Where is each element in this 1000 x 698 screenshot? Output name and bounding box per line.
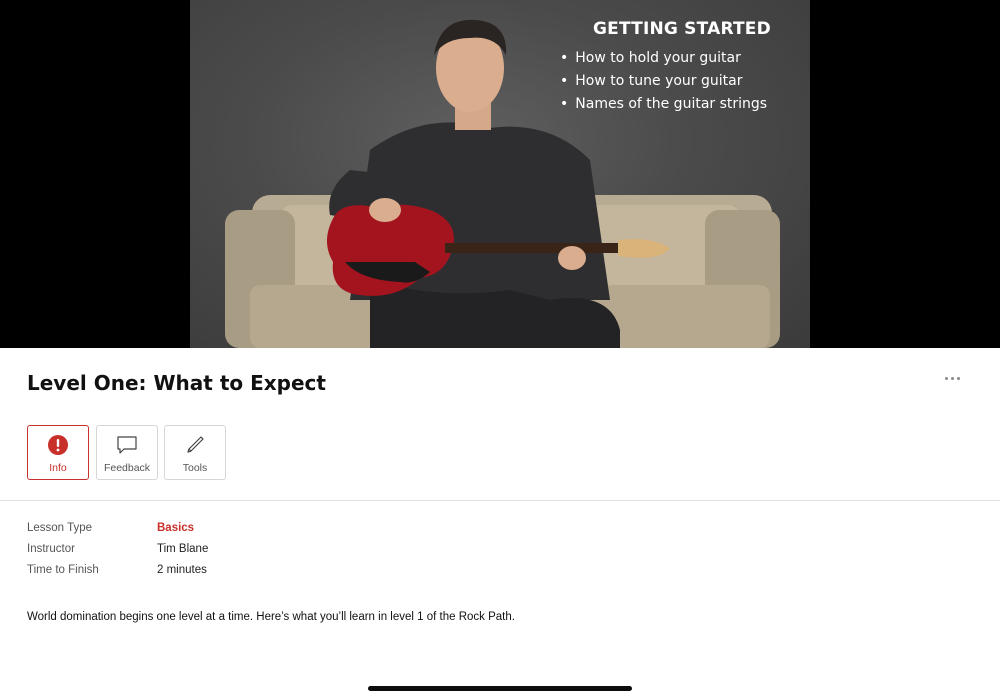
tab-label: Feedback (103, 462, 151, 474)
detail-label: Lesson Type (27, 522, 93, 534)
tab-label: Info (49, 462, 67, 474)
speech-bubble-icon (116, 434, 138, 456)
video-overlay-item: How to hold your guitar (560, 47, 767, 70)
detail-label: Instructor (27, 543, 75, 555)
home-indicator[interactable] (368, 686, 632, 691)
lesson-title: Level One: What to Expect (27, 371, 326, 395)
detail-value: 2 minutes (157, 564, 207, 576)
tab-info[interactable]: Info (27, 425, 89, 480)
tab-feedback[interactable]: Feedback (96, 425, 158, 480)
video-overlay-item: How to tune your guitar (560, 70, 767, 93)
tab-tools[interactable]: Tools (164, 425, 226, 480)
info-icon (48, 434, 68, 456)
section-divider (0, 500, 1000, 501)
detail-value: Tim Blane (157, 543, 209, 555)
tab-label: Tools (182, 462, 208, 474)
more-dot (944, 376, 948, 380)
video-overlay-title: GETTING STARTED (593, 19, 771, 39)
detail-label: Time to Finish (27, 564, 99, 576)
video-overlay-list: How to hold your guitar How to tune your… (560, 47, 767, 116)
pencil-icon (185, 434, 205, 456)
lesson-description: World domination begins one level at a t… (27, 611, 515, 623)
video-player[interactable]: GETTING STARTED How to hold your guitar … (0, 0, 1000, 348)
video-overlay-item: Names of the guitar strings (560, 93, 767, 116)
video-frame[interactable]: GETTING STARTED How to hold your guitar … (190, 0, 810, 348)
more-options-button[interactable] (936, 368, 968, 388)
lesson-type-link[interactable]: Basics (157, 521, 194, 536)
more-dot (950, 376, 954, 380)
more-dot (956, 376, 960, 380)
